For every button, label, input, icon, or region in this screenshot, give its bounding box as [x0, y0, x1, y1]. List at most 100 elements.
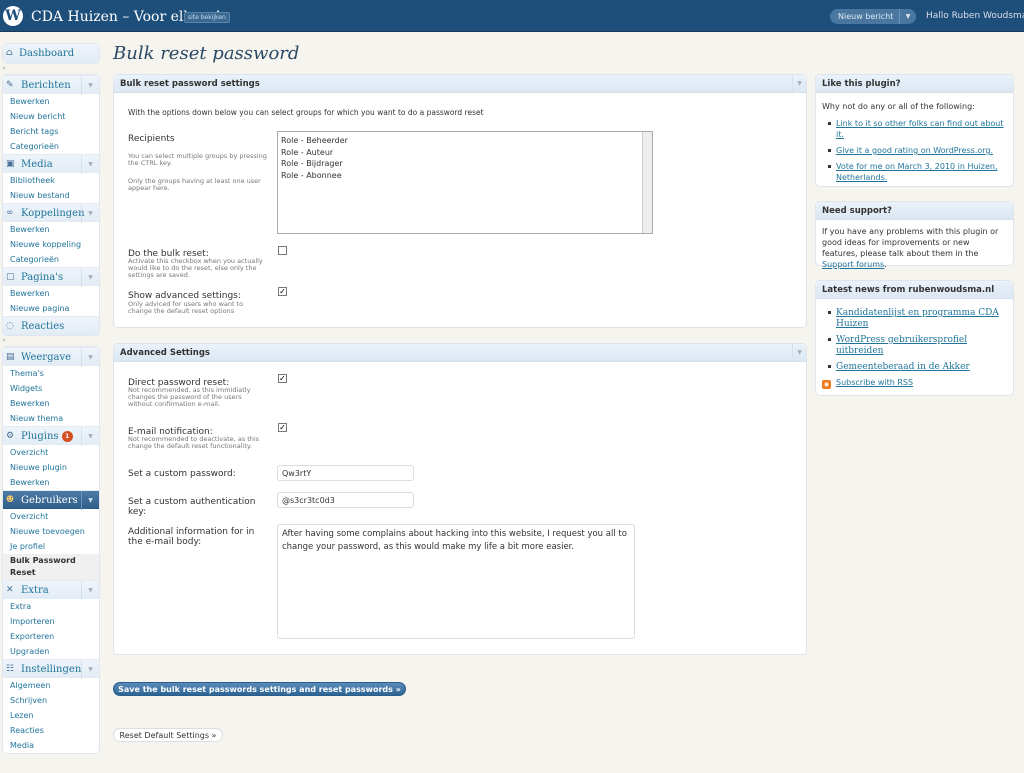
menu-extra[interactable]: ✕ Extra ▼ — [3, 580, 99, 600]
submenu-item[interactable]: Categorieën — [3, 139, 99, 154]
submenu-item[interactable]: Nieuwe toevoegen — [3, 524, 99, 539]
menu-gebruikers[interactable]: ☻ Gebruikers ▼ — [3, 490, 99, 510]
submenu-item[interactable]: Nieuw thema — [3, 411, 99, 426]
submenu-item[interactable]: Bewerken — [3, 286, 99, 301]
reset-defaults-button[interactable]: Reset Default Settings » — [113, 728, 223, 742]
submenu-item[interactable]: Exporteren — [3, 629, 99, 644]
chevron-down-icon[interactable]: ▼ — [81, 76, 99, 95]
subscribe-rss-link[interactable]: Subscribe with RSS — [836, 378, 913, 387]
menu-berichten[interactable]: ✎ Berichten ▼ — [3, 75, 99, 95]
submenu-item[interactable]: Schrijven — [3, 693, 99, 708]
submenu-item[interactable]: Importeren — [3, 614, 99, 629]
role-option[interactable]: Role - Abonnee — [278, 170, 652, 182]
submenu-item[interactable]: Media — [3, 738, 99, 753]
submenu-item[interactable]: Lezen — [3, 708, 99, 723]
role-option[interactable]: Role - Bijdrager — [278, 158, 652, 170]
direct-reset-checkbox[interactable]: ✓ — [278, 374, 287, 383]
chevron-down-icon[interactable]: ▼ — [81, 660, 99, 679]
advanced-settings-desc: Only adviced for users who want to chang… — [128, 300, 244, 315]
menu-section: ✎ Berichten ▼ Bewerken Nieuw bericht Bericht … — [2, 74, 100, 336]
vote-link[interactable]: Vote for me on March 3, 2010 in Huizen, … — [836, 162, 998, 182]
menu-dashboard[interactable]: ⌂ Dashboard — [3, 44, 99, 63]
panel-header[interactable]: Advanced Settings ▼ — [114, 344, 806, 362]
submenu-item[interactable]: Extra — [3, 599, 99, 614]
menu-label: Berichten — [21, 80, 71, 91]
submenu-item[interactable]: Widgets — [3, 381, 99, 396]
submenu-item[interactable]: Upgraden — [3, 644, 99, 659]
menu-label: Weergave — [21, 352, 72, 363]
chevron-down-icon[interactable]: ▼ — [81, 491, 99, 510]
recipients-listbox[interactable]: Role - Beheerder Role - Auteur Role - Bi… — [277, 131, 653, 234]
role-option[interactable]: Role - Auteur — [278, 147, 652, 159]
submenu-item[interactable]: Thema's — [3, 366, 99, 381]
news-link[interactable]: Gemeenteberaad in de Akker — [836, 362, 970, 372]
save-button[interactable]: Save the bulk reset passwords settings a… — [113, 682, 406, 696]
custom-password-input[interactable]: Qw3rtY — [277, 465, 414, 481]
link-to-plugin-link[interactable]: Link to it so other folks can find out a… — [836, 119, 1004, 139]
rate-plugin-link[interactable]: Give it a good rating on WordPress.org. — [836, 146, 993, 155]
submenu-item[interactable]: Bewerken — [3, 475, 99, 490]
menu-reacties[interactable]: ◌ Reacties — [3, 316, 99, 335]
menu-weergave[interactable]: ▤ Weergave ▼ — [3, 347, 99, 367]
submenu-item[interactable]: Je profiel — [3, 539, 99, 554]
news-panel: Latest news from rubenwoudsma.nl Kandida… — [815, 280, 1014, 396]
user-greeting[interactable]: Hallo Ruben Woudsma — [926, 11, 1024, 21]
chevron-down-icon[interactable]: ▼ — [81, 427, 99, 446]
submenu-item[interactable]: Overzicht — [3, 509, 99, 524]
menu-label: Media — [21, 159, 53, 170]
submenu-item[interactable]: Nieuwe plugin — [3, 460, 99, 475]
listbox-scrollbar[interactable] — [642, 132, 652, 233]
support-panel: Need support? If you have any problems w… — [815, 201, 1014, 269]
menu-koppelingen[interactable]: ∞ Koppelingen ▼ — [3, 203, 99, 223]
menu-media[interactable]: ▣ Media ▼ — [3, 154, 99, 174]
news-link[interactable]: WordPress gebruikersprofiel uitbreiden — [836, 335, 967, 356]
submenu-item[interactable]: Bewerken — [3, 222, 99, 237]
news-link[interactable]: Kandidatenlijst en programma CDA Huizen — [836, 308, 999, 329]
advanced-settings-checkbox[interactable]: ✓ — [278, 287, 287, 296]
chevron-down-icon[interactable]: ▼ — [792, 75, 806, 92]
chevron-down-icon[interactable]: ▼ — [81, 268, 99, 287]
submenu-item[interactable]: Bericht tags — [3, 124, 99, 139]
email-body-label: Additional information for in the e-mail… — [128, 527, 255, 547]
submenu-item[interactable]: Reacties — [3, 723, 99, 738]
submenu-item[interactable]: Categorieën — [3, 252, 99, 267]
submenu-item[interactable]: Bulk Password Reset — [3, 554, 99, 580]
chevron-down-icon[interactable]: ▼ — [81, 348, 99, 367]
users-icon: ☻ — [6, 495, 15, 505]
menu-label: Instellingen — [21, 664, 82, 675]
chevron-down-icon[interactable]: ▼ — [81, 204, 99, 223]
submenu-item[interactable]: Nieuw bericht — [3, 109, 99, 124]
submenu-item[interactable]: Overzicht — [3, 445, 99, 460]
role-option[interactable]: Role - Beheerder — [278, 135, 652, 147]
submenu-item[interactable]: Nieuwe koppeling — [3, 237, 99, 252]
chevron-down-icon[interactable]: ▼ — [899, 9, 916, 24]
auth-key-input[interactable]: @s3cr3tc0d3 — [277, 492, 414, 508]
support-text-end: . — [884, 260, 887, 269]
submenu-item[interactable]: Bibliotheek — [3, 173, 99, 188]
support-text: If you have any problems with this plugi… — [822, 227, 999, 258]
support-forums-link[interactable]: Support forums — [822, 260, 884, 269]
menu-separator[interactable]: « — [2, 336, 100, 346]
new-post-button[interactable]: Nieuw bericht ▼ — [830, 9, 916, 24]
menu-plugins[interactable]: ⚙ Plugins 1 ▼ — [3, 426, 99, 446]
submenu-item[interactable]: Nieuwe pagina — [3, 301, 99, 316]
panel-header: Need support? — [816, 202, 1013, 220]
menu-instellingen[interactable]: ☷ Instellingen ▼ — [3, 659, 99, 679]
chevron-down-icon[interactable]: ▼ — [81, 155, 99, 174]
menu-separator[interactable]: « — [2, 64, 100, 74]
email-notification-checkbox[interactable]: ✓ — [278, 423, 287, 432]
bulk-reset-checkbox[interactable] — [278, 246, 287, 255]
auth-key-label: Set a custom authentication key: — [128, 497, 256, 517]
panel-header[interactable]: Bulk reset password settings ▼ — [114, 75, 806, 93]
chevron-down-icon[interactable]: ▼ — [792, 344, 806, 361]
email-body-textarea[interactable]: After having some complains about hackin… — [277, 524, 635, 639]
submenu-item[interactable]: Bewerken — [3, 94, 99, 109]
chevron-down-icon[interactable]: ▼ — [81, 581, 99, 600]
menu-paginas[interactable]: ▢ Pagina's ▼ — [3, 267, 99, 287]
visit-site-button[interactable]: site bekijken — [184, 12, 230, 23]
submenu-item[interactable]: Bewerken — [3, 396, 99, 411]
submenu-item[interactable]: Algemeen — [3, 678, 99, 693]
settings-panel: Bulk reset password settings ▼ With the o… — [113, 74, 807, 328]
wordpress-logo-icon[interactable]: W — [3, 6, 23, 26]
submenu-item[interactable]: Nieuw bestand — [3, 188, 99, 203]
